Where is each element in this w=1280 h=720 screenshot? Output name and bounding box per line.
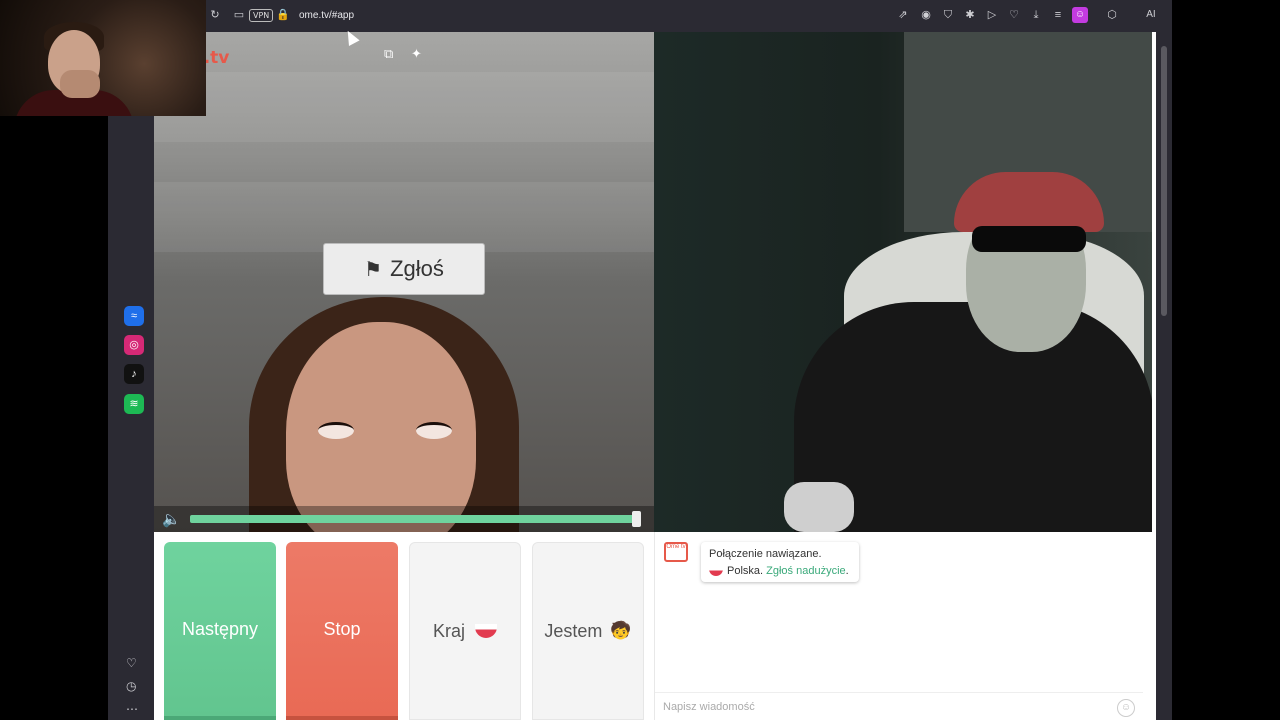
sunglasses (972, 226, 1086, 252)
connection-text: Połączenie nawiązane. (709, 548, 822, 560)
stop-button[interactable]: Stop (286, 542, 398, 720)
wall-band (154, 182, 654, 252)
gender-label: Jestem (544, 620, 603, 641)
message-input[interactable]: Napisz wiadomość ☺ (655, 692, 1143, 720)
wall-band (154, 72, 654, 142)
period: . (845, 565, 849, 577)
spotify-icon[interactable]: ≋ (124, 394, 144, 414)
country-line: Polska. Zgłoś nadużycie. (709, 565, 851, 577)
cube-icon[interactable]: ⬡ (1105, 8, 1119, 22)
speaker-icon[interactable]: 🔈 (162, 510, 181, 528)
emoji-icon[interactable]: ☺ (1117, 699, 1135, 717)
santa-hat (954, 172, 1104, 232)
browser-sidebar: ≈ ◎ ♪ ≋ ♡ ◷ ⋯ (108, 116, 154, 720)
report-button[interactable]: ⚑ Zgłoś (323, 243, 485, 295)
vpn-badge[interactable]: VPN (249, 9, 274, 22)
report-abuse-link[interactable]: Zgłoś nadużycie (766, 565, 846, 577)
country-button[interactable]: Kraj (409, 542, 521, 720)
poland-flag-icon (709, 566, 723, 576)
boy-icon: 🧒 (610, 621, 632, 640)
scrollbar-thumb[interactable] (1161, 46, 1167, 316)
streamer-webcam-overlay (0, 0, 206, 116)
message-placeholder: Napisz wiadomość (663, 701, 755, 713)
country-label: Kraj (432, 620, 465, 641)
ai-button[interactable]: AI (1136, 8, 1166, 22)
pip-icon[interactable]: ⧉ (384, 46, 393, 62)
flag-icon: ⚑ (364, 258, 383, 281)
browser-toolbar: ↻ ▭ VPN 🔒 ome.tv/#app ⇗ ◉ ⛉ ✱ ▷ ♡ ⤓ ≡ ☺ … (206, 0, 1172, 32)
report-label: Zgłoś (390, 256, 444, 281)
clock-icon[interactable]: ◷ (126, 679, 136, 693)
extension-icon[interactable]: ✱ (963, 8, 977, 22)
webcam-hand (60, 70, 100, 98)
next-button[interactable]: Następny (164, 542, 276, 720)
download-icon[interactable]: ⤓ (1029, 8, 1043, 22)
glove (784, 482, 854, 532)
heart-icon[interactable]: ♡ (1007, 8, 1021, 22)
partner-eye (318, 422, 354, 439)
page-scrollbar[interactable] (1156, 32, 1172, 720)
lock-icon[interactable]: 🔒 (276, 8, 290, 22)
volume-slider-thumb[interactable] (632, 511, 641, 527)
menu-icon[interactable]: ≡ (1051, 8, 1065, 22)
camera-icon[interactable]: ◉ (919, 8, 933, 22)
effects-icon[interactable]: ✦ (411, 46, 422, 62)
partner-video: Ome.tv ⧉ ✦ ⚑ Zgłoś 🔈 (154, 32, 654, 532)
shield-icon[interactable]: ⛉ (941, 8, 955, 22)
play-icon[interactable]: ▷ (985, 8, 999, 22)
country-text: Polska. (727, 565, 764, 577)
stop-label: Stop (323, 618, 361, 639)
tab-icon[interactable]: ▭ (232, 8, 246, 22)
address-bar[interactable]: ome.tv/#app (299, 10, 354, 21)
next-label: Następny (181, 618, 259, 639)
ometv-page: Ome.tv ⧉ ✦ ⚑ Zgłoś 🔈 Następny (154, 32, 1156, 720)
share-icon[interactable]: ⇗ (896, 8, 910, 22)
more-icon[interactable]: ⋯ (126, 702, 138, 716)
poland-flag-icon (475, 624, 497, 638)
messenger-icon[interactable]: ≈ (124, 306, 144, 326)
system-message: Połączenie nawiązane. Polska. Zgłoś nadu… (701, 542, 859, 582)
volume-bar: 🔈 (154, 506, 654, 532)
partner-eye (416, 422, 452, 439)
ometv-tv-icon: Ome tv (664, 542, 688, 562)
volume-slider-track[interactable] (190, 515, 638, 523)
self-video (654, 32, 1152, 532)
chat-panel: Ome tv Połączenie nawiązane. Polska. Zgł… (654, 532, 1143, 720)
gender-button[interactable]: Jestem 🧒 (532, 542, 644, 720)
browser-window: ↻ ▭ VPN 🔒 ome.tv/#app ⇗ ◉ ⛉ ✱ ▷ ♡ ⤓ ≡ ☺ … (108, 0, 1172, 720)
heart-icon[interactable]: ♡ (126, 656, 137, 670)
reload-icon[interactable]: ↻ (208, 8, 222, 22)
instagram-icon[interactable]: ◎ (124, 335, 144, 355)
profile-icon[interactable]: ☺ (1072, 7, 1088, 23)
tiktok-icon[interactable]: ♪ (124, 364, 144, 384)
